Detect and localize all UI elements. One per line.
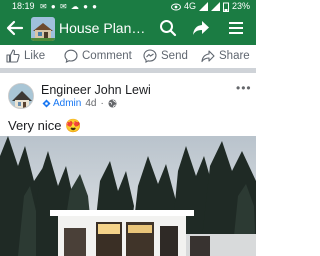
like-label: Like xyxy=(24,50,46,62)
signal-icon-2 xyxy=(210,2,220,11)
post-header: Engineer John Lewi Admin 4d · ••• xyxy=(0,73,256,113)
status-bar: 18:19 ✉ ● ✉ ☁ ● ● 4G 23% xyxy=(0,0,256,13)
like-button[interactable]: Like xyxy=(6,49,45,63)
thumbs-up-icon xyxy=(6,49,20,63)
send-label: Send xyxy=(161,50,188,62)
group-avatar[interactable] xyxy=(31,17,55,41)
eye-icon xyxy=(170,3,181,10)
share-icon[interactable] xyxy=(192,19,210,37)
network-type: 4G xyxy=(183,1,196,11)
house-photo-image xyxy=(0,136,256,256)
share-label: Share xyxy=(219,50,250,62)
admin-badge-label: Admin xyxy=(53,98,82,109)
comment-button[interactable]: Comment xyxy=(64,49,132,63)
share-post-button[interactable]: Share xyxy=(201,49,250,63)
notification-icons: ✉ ● ✉ ☁ ● ● xyxy=(40,2,99,11)
clock: 18:19 xyxy=(12,1,35,11)
post-action-bar: Like Comment Send Share xyxy=(0,45,256,68)
post-photo[interactable] xyxy=(0,136,256,256)
post-meta: Admin 4d · xyxy=(42,98,117,109)
author-name[interactable]: Engineer John Lewi xyxy=(41,83,151,97)
share-arrow-icon xyxy=(201,50,215,63)
battery-level: 23% xyxy=(231,1,250,11)
admin-shield-icon xyxy=(42,99,51,108)
app-header: House Plan… xyxy=(0,13,256,45)
meta-dot: · xyxy=(100,98,104,109)
signal-icon xyxy=(198,2,208,11)
menu-icon[interactable] xyxy=(228,20,244,36)
post-text: Very nice 😍 xyxy=(8,118,81,134)
send-button[interactable]: Send xyxy=(143,49,188,63)
group-title[interactable]: House Plan… xyxy=(59,20,145,36)
messenger-icon xyxy=(143,49,157,63)
globe-icon xyxy=(108,99,117,108)
comment-icon xyxy=(64,49,78,63)
author-avatar[interactable] xyxy=(8,83,34,109)
comment-label: Comment xyxy=(82,50,132,62)
more-options-icon[interactable]: ••• xyxy=(236,81,252,95)
search-icon[interactable] xyxy=(159,19,177,37)
post-caption: Very nice xyxy=(8,118,62,133)
heart-eyes-emoji: 😍 xyxy=(65,118,82,133)
back-arrow-icon[interactable] xyxy=(6,19,24,37)
admin-badge: Admin xyxy=(42,98,81,109)
post-age[interactable]: 4d xyxy=(85,98,96,109)
status-right: 4G 23% xyxy=(170,0,250,13)
battery-icon xyxy=(222,2,229,12)
